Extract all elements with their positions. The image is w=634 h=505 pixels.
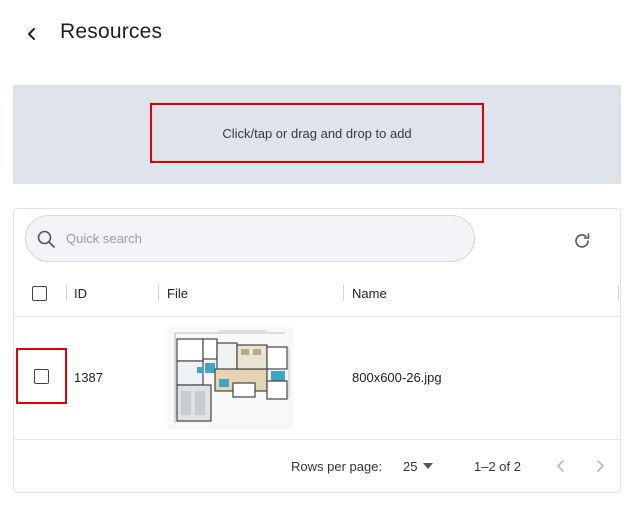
column-header-name[interactable]: Name [352, 269, 387, 317]
column-separator[interactable] [66, 285, 67, 301]
caret-down-icon [423, 463, 434, 469]
resources-table-card: ID File Name 1387 [13, 208, 621, 493]
previous-page-wrap[interactable] [549, 440, 573, 492]
table-pagination: Rows per page: 25 1–2 of 2 [14, 440, 620, 492]
floor-plan-image [167, 327, 293, 429]
refresh-button[interactable] [570, 229, 594, 253]
column-separator[interactable] [343, 285, 344, 301]
page-header: Resources [0, 0, 634, 70]
row-file-name: 800x600-26.jpg [352, 370, 442, 385]
rows-per-page-label: Rows per page: [291, 458, 383, 474]
row-checkbox-highlight [16, 348, 67, 404]
search-input[interactable] [66, 231, 446, 246]
pagination-range: 1–2 of 2 [474, 458, 521, 474]
header-select-all[interactable] [32, 269, 47, 317]
chevron-right-icon [597, 460, 604, 472]
dropzone-highlight-box: Click/tap or drag and drop to add [150, 103, 484, 163]
rows-per-page-select-wrap[interactable]: 25 [403, 440, 434, 492]
search-icon [37, 230, 55, 248]
column-separator[interactable] [618, 285, 619, 301]
column-header-file[interactable]: File [167, 269, 188, 317]
column-separator[interactable] [158, 285, 159, 301]
chevron-left-icon [28, 28, 35, 40]
table-row[interactable]: 1387 800x600-26.jpg [14, 317, 620, 440]
quick-search[interactable] [25, 215, 475, 262]
refresh-icon [575, 233, 590, 248]
next-page-wrap[interactable] [588, 440, 612, 492]
rows-per-page-value: 25 [403, 458, 418, 474]
chevron-left-icon [557, 460, 564, 472]
file-dropzone[interactable]: Click/tap or drag and drop to add [13, 85, 621, 184]
floor-plan-thumbnail[interactable] [167, 327, 293, 429]
row-id: 1387 [74, 370, 103, 385]
row-select-checkbox[interactable] [34, 368, 49, 384]
select-all-checkbox[interactable] [32, 285, 47, 301]
rows-per-page-select[interactable]: 25 [403, 458, 434, 474]
back-button[interactable] [20, 22, 44, 46]
next-page-button[interactable] [588, 454, 612, 478]
column-header-id[interactable]: ID [74, 269, 87, 317]
dropzone-text: Click/tap or drag and drop to add [222, 125, 412, 141]
page-title: Resources [60, 20, 163, 43]
previous-page-button[interactable] [549, 454, 573, 478]
table-header: ID File Name [14, 269, 620, 317]
